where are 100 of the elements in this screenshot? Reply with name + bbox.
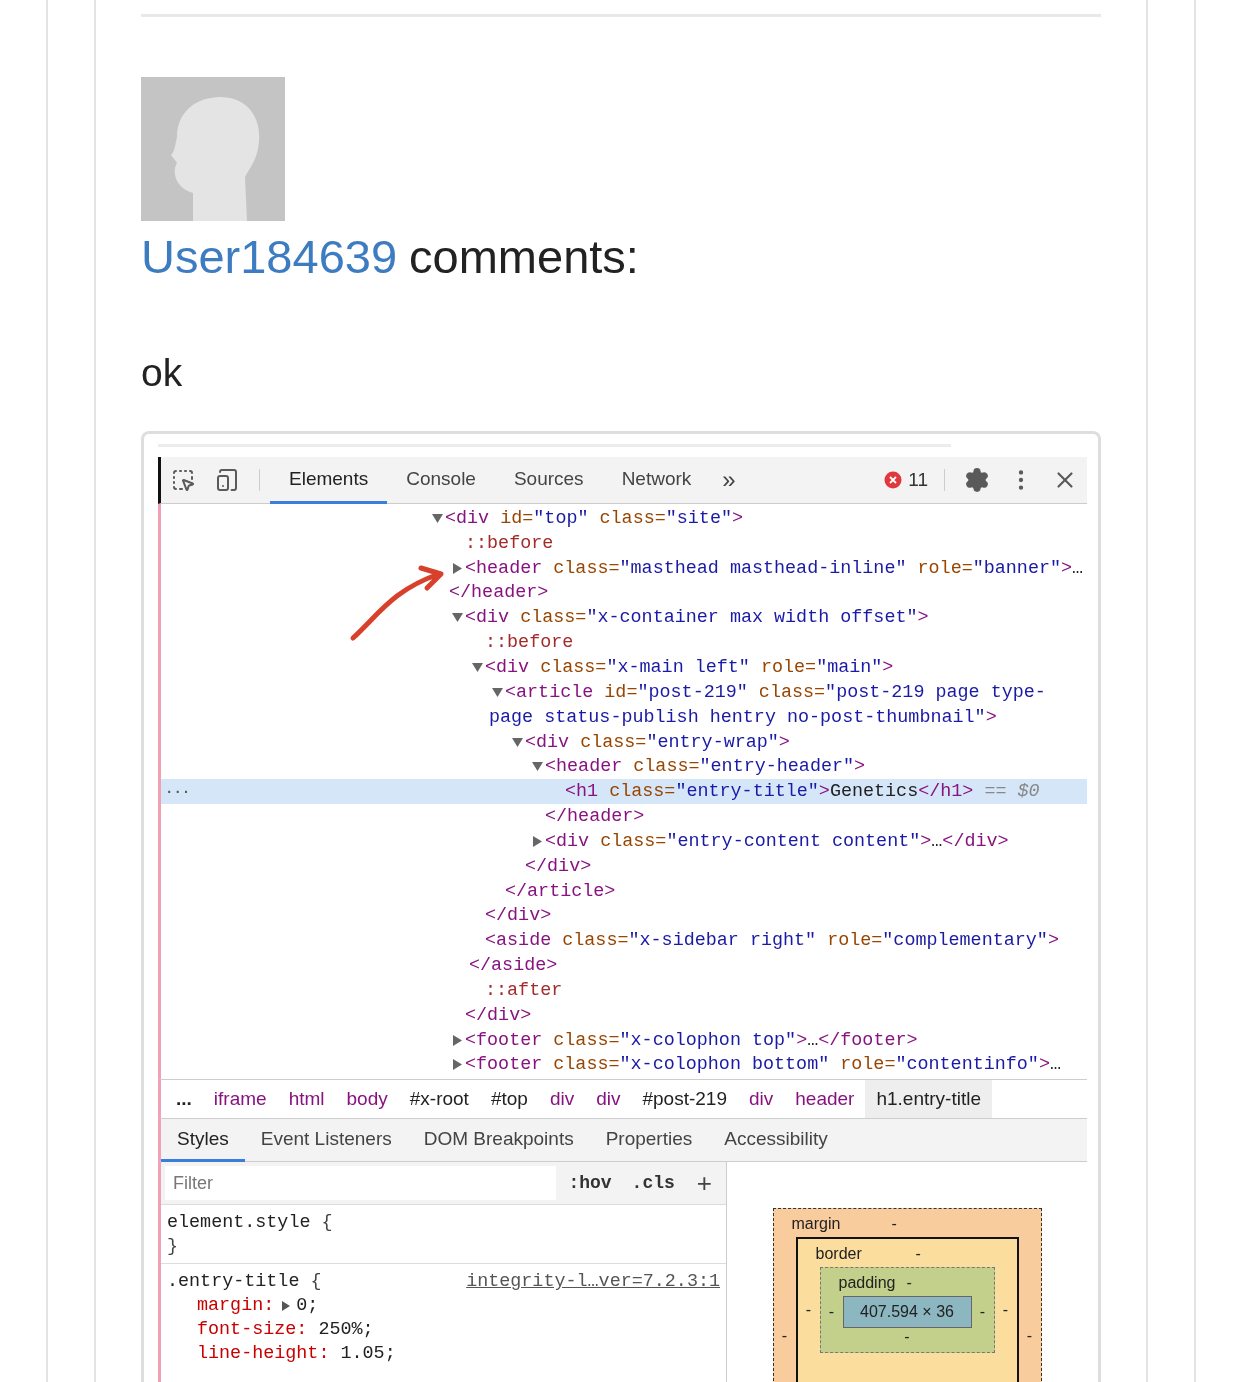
collapsed-triangle-icon[interactable] bbox=[451, 562, 463, 574]
code-line: </aside> bbox=[469, 955, 558, 977]
box-value: - bbox=[1001, 1301, 1010, 1320]
more-tabs[interactable]: » bbox=[710, 457, 748, 503]
box-value: - bbox=[891, 1215, 897, 1234]
code-line: <footer class="x-colophon bottom" role="contentinfo">… bbox=[465, 1054, 1061, 1076]
code-line: ::after bbox=[485, 979, 563, 1001]
expanded-triangle-icon[interactable] bbox=[511, 736, 523, 748]
dom-row[interactable]: <aside class="x-sidebar right" role="complementary"> bbox=[161, 928, 1087, 954]
dom-row[interactable]: <footer class="x-colophon top">…</footer> bbox=[161, 1027, 1087, 1053]
box-label: margin bbox=[790, 1215, 842, 1234]
content-size: 407.594 × 36 bbox=[842, 1296, 972, 1329]
code-line: <h1 class="entry-title">Genetics</h1> == $0 bbox=[565, 781, 1040, 803]
code-line: page status-publish hentry no-post-thumbnail"> bbox=[489, 706, 997, 728]
breadcrumb-item[interactable]: body bbox=[335, 1080, 399, 1119]
css-selector: .entry-title bbox=[167, 1271, 301, 1293]
dom-row[interactable]: <div class="entry-content content">…</div> bbox=[161, 828, 1087, 854]
code-line: <article id="post-219" class="post-219 page type- bbox=[505, 681, 1046, 703]
code-line: </article> bbox=[505, 880, 616, 902]
dom-row[interactable]: <article id="post-219" class="post-219 page type- bbox=[161, 679, 1087, 705]
code-line: <header class="masthead masthead-inline" role="banner">… bbox=[465, 557, 1084, 579]
panel-tab[interactable]: DOM Breakpoints bbox=[407, 1119, 590, 1163]
hov-button[interactable]: :hov bbox=[560, 1173, 620, 1194]
box-value: - bbox=[827, 1303, 836, 1322]
dom-row[interactable]: ::before bbox=[161, 530, 1087, 556]
breadcrumb-item[interactable]: ... bbox=[165, 1080, 203, 1119]
css-property-value: 1.05; bbox=[340, 1342, 396, 1367]
box-value: - bbox=[915, 1245, 921, 1264]
breadcrumb-item[interactable]: iframe bbox=[202, 1080, 278, 1119]
author-link[interactable]: User184639 bbox=[141, 229, 398, 285]
code-line: </div> bbox=[485, 905, 552, 927]
box-label: border bbox=[814, 1245, 863, 1264]
box-value: - bbox=[906, 1274, 912, 1293]
dom-row[interactable]: <header class="entry-header"> bbox=[161, 754, 1087, 780]
cls-button[interactable]: .cls bbox=[623, 1173, 683, 1194]
box-value: - bbox=[1025, 1327, 1034, 1346]
expanded-triangle-icon[interactable] bbox=[451, 612, 463, 624]
add-rule-button[interactable]: + bbox=[686, 1170, 722, 1197]
css-selector: element.style bbox=[167, 1212, 312, 1234]
panel-tab[interactable]: Event Listeners bbox=[244, 1119, 408, 1163]
source-link[interactable]: integrity-l…ver=7.2.3:1 bbox=[466, 1270, 720, 1295]
breadcrumb-item[interactable]: #top bbox=[479, 1080, 539, 1119]
css-property-value: 0; bbox=[296, 1294, 319, 1319]
devtools-tab[interactable]: Console bbox=[387, 457, 495, 504]
breadcrumb-item[interactable]: div bbox=[738, 1080, 785, 1119]
breadcrumb-item[interactable]: div bbox=[538, 1080, 586, 1119]
collapsed-triangle-icon[interactable] bbox=[451, 1059, 463, 1071]
error-icon bbox=[884, 471, 903, 489]
panel-tab[interactable]: Properties bbox=[589, 1119, 709, 1163]
expanded-triangle-icon[interactable] bbox=[431, 512, 443, 524]
code-line: <div id="top" class="site"> bbox=[445, 507, 744, 529]
expanded-triangle-icon[interactable] bbox=[531, 761, 543, 773]
dom-row[interactable]: <header class="masthead masthead-inline" role="banner">… bbox=[161, 555, 1087, 581]
devtools-tab[interactable]: Network bbox=[602, 457, 711, 504]
dom-row[interactable]: <div class="x-container max width offset"> bbox=[161, 605, 1087, 631]
comment-text: ok bbox=[141, 350, 184, 396]
row-menu-dots[interactable]: ... bbox=[165, 779, 191, 800]
expanded-triangle-icon[interactable] bbox=[491, 686, 503, 698]
comments-heading: comments: bbox=[409, 229, 639, 285]
code-line: ::before bbox=[485, 632, 574, 654]
breadcrumb-item[interactable]: #x-root bbox=[398, 1080, 480, 1119]
box-label: padding bbox=[837, 1274, 897, 1293]
panel-tab[interactable]: Accessibility bbox=[708, 1119, 844, 1163]
dom-row[interactable]: ::before bbox=[161, 630, 1087, 656]
css-property-name: line-height: bbox=[197, 1342, 330, 1367]
code-line: <div class="x-container max width offset"> bbox=[465, 607, 929, 629]
code-line: <footer class="x-colophon top">…</footer> bbox=[465, 1029, 918, 1051]
code-line: </header> bbox=[449, 582, 549, 604]
css-property-name: margin: bbox=[197, 1294, 275, 1319]
expanded-triangle-icon[interactable] bbox=[471, 662, 483, 673]
dom-row[interactable]: <footer class="x-colophon bottom" role="contentinfo">… bbox=[161, 1052, 1087, 1078]
code-line: </div> bbox=[525, 855, 592, 877]
collapsed-triangle-icon[interactable] bbox=[531, 835, 543, 847]
brace: { bbox=[310, 1271, 322, 1293]
collapsed-triangle-icon[interactable] bbox=[451, 1034, 463, 1046]
dom-row[interactable]: <div id="top" class="site"> bbox=[161, 506, 1087, 531]
breadcrumb-item[interactable]: #post-219 bbox=[631, 1080, 738, 1119]
box-value: - bbox=[978, 1303, 987, 1322]
code-line: </div> bbox=[465, 1004, 532, 1026]
brace: } bbox=[167, 1236, 179, 1258]
dom-row[interactable]: <div class="entry-wrap"> bbox=[161, 729, 1087, 755]
selected-dom-row[interactable]: ... <h1 class="entry-title">Genetics</h1> == $0 bbox=[161, 779, 1087, 805]
code-line: <div class="entry-content content">…</div> bbox=[545, 830, 1009, 852]
css-property-value: 250%; bbox=[318, 1318, 374, 1343]
code-line: ::before bbox=[465, 532, 554, 554]
filter-field[interactable]: Filter bbox=[165, 1166, 557, 1201]
devtools-tab[interactable]: Sources bbox=[494, 457, 603, 504]
dom-row[interactable]: ::after bbox=[161, 978, 1087, 1003]
error-counter[interactable]: 11 bbox=[878, 457, 934, 503]
breadcrumb-item[interactable]: html bbox=[277, 1080, 336, 1119]
box-value: - bbox=[804, 1301, 813, 1320]
breadcrumb-item[interactable]: header bbox=[784, 1080, 866, 1119]
code-line: </header> bbox=[545, 806, 645, 828]
dom-row[interactable]: <div class="x-main left" role="main"> bbox=[161, 655, 1087, 680]
code-line: <header class="entry-header"> bbox=[545, 756, 866, 778]
breadcrumb-item[interactable]: div bbox=[585, 1080, 632, 1119]
code-line: <aside class="x-sidebar right" role="complementary"> bbox=[485, 930, 1059, 952]
box-value: - bbox=[780, 1327, 789, 1346]
breadcrumb-item[interactable]: h1.entry-title bbox=[865, 1080, 992, 1119]
css-property-name: font-size: bbox=[197, 1318, 308, 1343]
